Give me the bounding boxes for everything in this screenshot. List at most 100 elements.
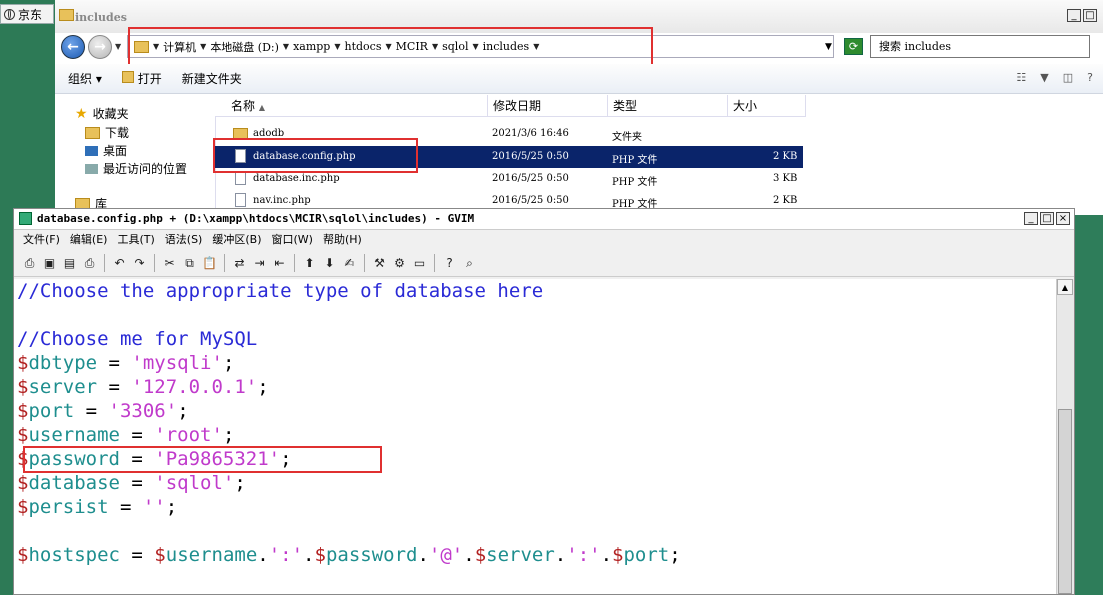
minimize-button[interactable]: _ [1067,9,1081,22]
column-header-name[interactable]: 名称 ▲ [215,95,488,117]
help-icon[interactable]: ? [441,255,458,272]
redo-icon[interactable]: ↷ [131,255,148,272]
desktop-taskbar-tab[interactable]: 京东 [0,4,54,24]
scroll-up-icon[interactable]: ▲ [1057,279,1073,295]
file-size: 2 KB [773,195,798,206]
load-session-icon[interactable]: ⬆ [301,255,318,272]
run-script-icon[interactable]: ✍ [341,255,358,272]
star-icon: ★ [75,105,88,122]
view-icon[interactable]: ☷ [1016,71,1026,84]
scrollbar-thumb[interactable] [1058,409,1072,594]
gvim-menubar: 文件(F) 编辑(E) 工具(T) 语法(S) 缓冲区(B) 窗口(W) 帮助(… [14,230,1074,250]
sidebar-item-downloads[interactable]: 下载 [85,124,129,141]
copy-icon[interactable]: ⧉ [181,255,198,272]
highlight-box-file [213,138,418,173]
file-name: nav.inc.php [253,195,311,206]
column-header-date[interactable]: 修改日期 [488,95,608,117]
find-next-icon[interactable]: ⇥ [251,255,268,272]
code-variable: hostspec [28,544,120,566]
minimize-button[interactable]: _ [1024,212,1038,225]
refresh-button[interactable]: ⟳ [844,38,863,55]
highlight-box-address [128,27,653,66]
paste-icon[interactable]: 📋 [201,255,218,272]
gvim-window: database.config.php + (D:\xampp\htdocs\M… [13,208,1075,595]
search-input[interactable]: 搜索 includes [870,35,1090,58]
code-string: 'sqlol' [154,472,235,494]
highlight-box-password [23,446,382,473]
undo-icon[interactable]: ↶ [111,255,128,272]
back-button[interactable]: ← [61,35,85,59]
forward-button[interactable]: → [88,35,112,59]
code-line: $persist = ''; [17,496,178,518]
save-session-icon[interactable]: ⬇ [321,255,338,272]
save-icon[interactable]: ▣ [41,255,58,272]
file-type: PHP 文件 [612,155,658,166]
menu-help[interactable]: 帮助(H) [323,230,362,250]
help-icon[interactable]: ? [1087,71,1093,84]
code-line: //Choose the appropriate type of databas… [17,279,543,303]
search-placeholder: 搜索 includes [879,40,952,53]
code-line: $username = 'root'; [17,424,235,446]
file-size: 3 KB [773,173,798,184]
php-file-icon [235,171,246,185]
make-icon[interactable]: ⚒ [371,255,388,272]
maximize-button[interactable]: □ [1083,9,1097,22]
code-line: //Choose me for MySQL [17,327,257,351]
menu-window[interactable]: 窗口(W) [272,230,313,250]
explorer-window: includes _ □ ← → ▼ ▼ 计算机 ▼ 本地磁盘 (D:) ▼ x… [55,0,1103,215]
file-type: PHP 文件 [612,177,658,188]
menu-edit[interactable]: 编辑(E) [70,230,108,250]
downloads-folder-icon [85,126,100,139]
column-header-size[interactable]: 大小 [728,95,806,117]
gvim-toolbar: ⎙ ▣ ▤ ⎙ ↶ ↷ ✂ ⧉ 📋 ⇄ ⇥ ⇤ ⬆ ⬇ ✍ ⚒ ⚙ ▭ ? ⌕ [14,250,1074,277]
vim-icon [19,212,32,225]
chevron-down-icon[interactable]: ▼ [1040,71,1048,84]
recent-places-icon [85,163,98,174]
sidebar-favorites[interactable]: ★ 收藏夹 [75,105,129,122]
save-all-icon[interactable]: ▤ [61,255,78,272]
sidebar-favorites-label: 收藏夹 [92,107,129,121]
column-header-label: 名称 [231,99,256,113]
column-header-type[interactable]: 类型 [608,95,728,117]
menu-file[interactable]: 文件(F) [23,230,60,250]
preview-pane-icon[interactable]: ◫ [1063,71,1073,84]
replace-icon[interactable]: ⇄ [231,255,248,272]
toolbar-separator [154,254,155,272]
menu-buffers[interactable]: 缓冲区(B) [212,230,261,250]
code-string: '3306' [108,400,178,422]
new-folder-button[interactable]: 新建文件夹 [182,70,242,87]
open-file-icon[interactable]: ⎙ [21,255,38,272]
open-label: 打开 [137,72,162,86]
code-string: 'root' [154,424,223,446]
address-dropdown-icon[interactable]: ▼ [825,42,832,52]
find-prev-icon[interactable]: ⇤ [271,255,288,272]
menu-tools[interactable]: 工具(T) [117,230,154,250]
sidebar-item-desktop[interactable]: 桌面 [85,142,127,159]
history-dropdown-icon[interactable]: ▼ [115,42,121,51]
file-name: database.inc.php [253,173,340,184]
code-editor[interactable]: //Choose the appropriate type of databas… [14,279,1057,594]
sidebar-item-label: 最近访问的位置 [103,162,188,176]
toolbar-separator [434,254,435,272]
file-size: 2 KB [773,151,798,162]
shell-icon[interactable]: ⚙ [391,255,408,272]
vertical-scrollbar[interactable]: ▲ [1056,279,1074,594]
ctags-icon[interactable]: ▭ [411,255,428,272]
menu-syntax[interactable]: 语法(S) [165,230,203,250]
sidebar-item-label: 下载 [105,126,130,140]
maximize-button[interactable]: □ [1040,212,1054,225]
sidebar-item-recent[interactable]: 最近访问的位置 [85,160,187,177]
gvim-titlebar: database.config.php + (D:\xampp\htdocs\M… [14,209,1074,230]
explorer-title: includes [75,11,127,24]
toolbar-separator [364,254,365,272]
code-variable: username [28,424,120,446]
close-button[interactable]: × [1056,212,1070,225]
cut-icon[interactable]: ✂ [161,255,178,272]
open-button[interactable]: 打开 [121,70,162,87]
find-help-icon[interactable]: ⌕ [461,255,478,272]
code-string: '127.0.0.1' [131,376,258,398]
print-icon[interactable]: ⎙ [81,255,98,272]
column-header-label: 大小 [733,99,758,113]
organize-button[interactable]: 组织 ▾ [68,70,102,87]
window-controls: _ □ [1067,9,1097,22]
